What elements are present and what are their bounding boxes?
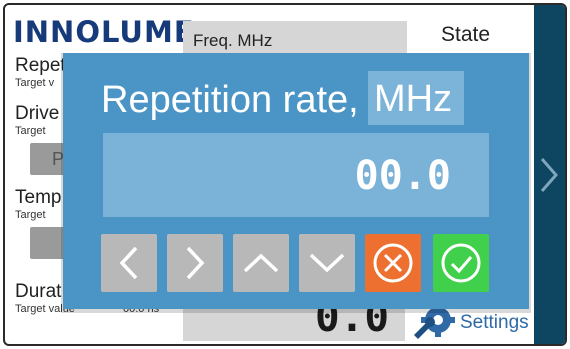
down-arrow-button[interactable] (299, 234, 355, 292)
dialog-unit: MHz (368, 71, 464, 125)
dialog-title: Repetition rate, (101, 79, 359, 121)
state-label: State (441, 23, 491, 46)
freq-field[interactable]: Freq. MHz (183, 21, 407, 57)
settings-label: Settings (460, 311, 529, 333)
confirm-button[interactable] (433, 234, 489, 292)
side-nav-strip[interactable] (534, 5, 565, 344)
row-target-drive: Target (15, 125, 46, 137)
value-display: 00.0 (354, 153, 451, 199)
left-arrow-button[interactable] (101, 234, 157, 292)
row-target-temperature: Target (15, 209, 46, 221)
row-label-duration: Durat (15, 281, 62, 302)
value-input[interactable]: 00.0 (103, 133, 489, 217)
chevron-down-icon (309, 253, 345, 273)
row-target-repetition: Target v (15, 77, 55, 89)
cancel-button[interactable] (365, 234, 421, 292)
chevron-up-icon (243, 253, 279, 273)
cancel-circle-icon (373, 243, 413, 283)
chevron-right-icon[interactable] (538, 155, 560, 200)
chevron-left-icon (119, 246, 138, 280)
check-circle-icon (441, 243, 481, 283)
row-label-temperature: Temp (15, 187, 62, 208)
innolume-logo: INNOLUME (13, 15, 195, 49)
row-label-drive: Drive (15, 103, 60, 124)
repetition-rate-dialog: Repetition rate, MHz 00.0 (63, 53, 529, 309)
freq-field-label: Freq. MHz (193, 31, 273, 50)
chevron-right-icon (186, 246, 205, 280)
device-screen: INNOLUME Freq. MHz State Repeti Target v… (3, 3, 567, 346)
up-arrow-button[interactable] (233, 234, 289, 292)
right-arrow-button[interactable] (167, 234, 223, 292)
